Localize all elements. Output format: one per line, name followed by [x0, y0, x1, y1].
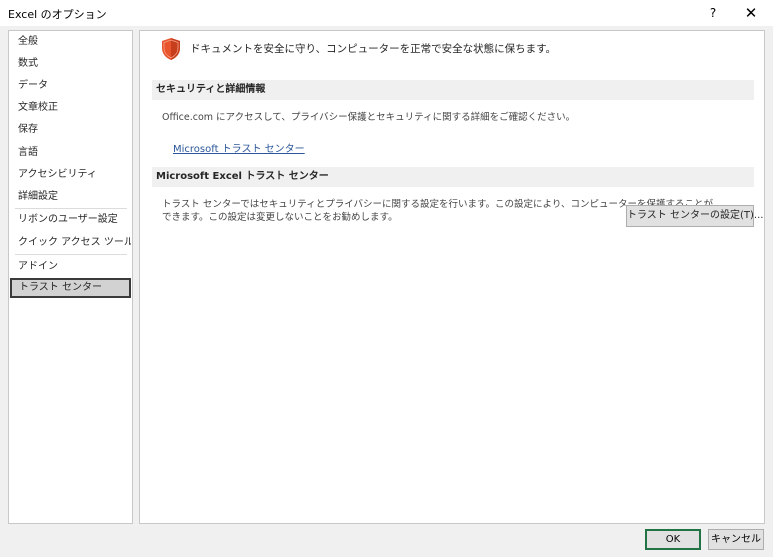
section-header-security: セキュリティと詳細情報 — [152, 80, 754, 100]
window-title: Excel のオプション — [8, 8, 107, 21]
sidebar-item-proofing[interactable]: 文章校正 — [10, 98, 131, 118]
shield-icon — [162, 38, 180, 60]
help-button[interactable]: ? — [702, 3, 724, 23]
sidebar-item-customize-ribbon[interactable]: リボンのユーザー設定 — [10, 210, 131, 230]
trust-center-description-line2: できます。この設定は変更しないことをお勧めします。 — [162, 212, 398, 223]
sidebar-divider — [15, 254, 127, 255]
options-sidebar: 全般 数式 データ 文章校正 保存 言語 アクセシビリティ 詳細設定 リボンのユ… — [8, 30, 133, 524]
sidebar-item-data[interactable]: データ — [10, 76, 131, 96]
sidebar-item-save[interactable]: 保存 — [10, 120, 131, 140]
page-intro: ドキュメントを安全に守り、コンピューターを正常で安全な状態に保ちます。 — [190, 43, 557, 55]
sidebar-item-trust-center[interactable]: トラスト センター — [10, 278, 131, 298]
title-bar: Excel のオプション ? ✕ — [0, 0, 773, 26]
sidebar-divider — [15, 208, 127, 209]
sidebar-item-general[interactable]: 全般 — [10, 32, 131, 52]
main-panel: ドキュメントを安全に守り、コンピューターを正常で安全な状態に保ちます。 セキュリ… — [139, 30, 765, 524]
section-header-excel-trust-center: Microsoft Excel トラスト センター — [152, 167, 754, 187]
sidebar-item-language[interactable]: 言語 — [10, 143, 131, 163]
trust-center-settings-button[interactable]: トラスト センターの設定(T)... — [626, 205, 763, 227]
sidebar-item-accessibility[interactable]: アクセシビリティ — [10, 165, 131, 185]
sidebar-item-quick-access-toolbar[interactable]: クイック アクセス ツール バー — [10, 233, 131, 253]
close-button[interactable]: ✕ — [738, 3, 764, 23]
security-info-text: Office.com にアクセスして、プライバシー保護とセキュリティに関する詳細… — [162, 112, 576, 123]
sidebar-item-formulas[interactable]: 数式 — [10, 54, 131, 74]
ok-button[interactable]: OK — [645, 529, 701, 550]
trust-center-link[interactable]: Microsoft トラスト センター — [173, 140, 305, 155]
sidebar-item-advanced[interactable]: 詳細設定 — [10, 187, 131, 207]
sidebar-item-addins[interactable]: アドイン — [10, 257, 131, 277]
cancel-button[interactable]: キャンセル — [708, 529, 764, 550]
